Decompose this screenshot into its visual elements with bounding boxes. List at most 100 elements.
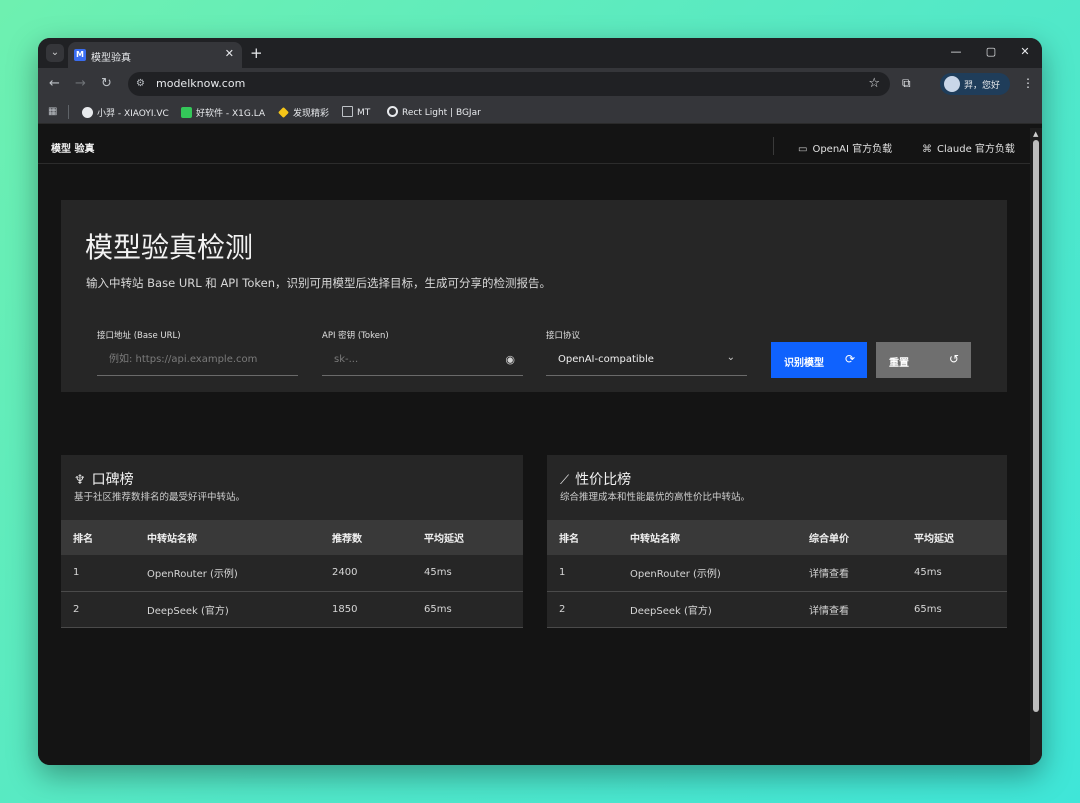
page-scrollbar[interactable]: ▲ bbox=[1030, 128, 1042, 765]
brand-logo[interactable]: 模型 验真 bbox=[51, 140, 94, 155]
detection-panel: 模型验真检测 输入中转站 Base URL 和 API Token，识别可用模型… bbox=[61, 200, 1007, 392]
maximize-button[interactable]: ▢ bbox=[981, 45, 1001, 58]
bookmark-favicon-icon bbox=[82, 107, 93, 118]
openai-load-label: OpenAI 官方负载 bbox=[812, 144, 893, 155]
reputation-leaderboard: ♆ 口碑榜 基于社区推荐数排名的最受好评中转站。 排名 中转站名称 推荐数 平均延… bbox=[61, 455, 523, 628]
reset-button[interactable]: 重置 ↺ bbox=[876, 342, 971, 378]
reputation-subtitle: 基于社区推荐数排名的最受好评中转站。 bbox=[74, 492, 246, 503]
base-url-input[interactable] bbox=[97, 344, 298, 375]
browser-tab[interactable]: M 模型验真 ✕ bbox=[68, 42, 242, 68]
recommend-count-cell: 2400 bbox=[320, 555, 412, 592]
bookmark-favicon-icon bbox=[181, 107, 192, 118]
minimize-button[interactable]: — bbox=[946, 45, 966, 58]
folder-icon bbox=[342, 106, 353, 117]
reputation-title: ♆ 口碑榜 bbox=[74, 469, 134, 489]
unit-price-cell[interactable]: 详情查看 bbox=[797, 591, 902, 628]
value-table: 排名 中转站名称 综合单价 平均延迟 1 OpenRouter (示例) 详情查… bbox=[547, 520, 1007, 628]
column-header[interactable]: 推荐数 bbox=[320, 520, 412, 555]
latency-cell: 65ms bbox=[412, 591, 523, 628]
close-window-button[interactable]: ✕ bbox=[1015, 45, 1035, 58]
table-header-row: 排名 中转站名称 综合单价 平均延迟 bbox=[547, 520, 1007, 555]
scroll-up-arrow-icon[interactable]: ▲ bbox=[1033, 130, 1038, 138]
rank-cell: 2 bbox=[547, 591, 618, 628]
forward-icon[interactable]: → bbox=[75, 76, 86, 92]
table-row[interactable]: 2 DeepSeek (官方) 1850 65ms bbox=[61, 591, 523, 628]
openai-load-link[interactable]: ▭ OpenAI 官方负载 bbox=[798, 140, 892, 155]
base-url-field[interactable] bbox=[97, 344, 298, 376]
bookmark-discover[interactable]: 发现精彩 bbox=[278, 106, 329, 119]
bookmark-label: 小羿 - XIAOYI.VC bbox=[97, 109, 169, 119]
identify-models-button[interactable]: 识别模型 ⟳ bbox=[771, 342, 867, 378]
tab-title: 模型验真 bbox=[91, 53, 131, 64]
bookmark-label: 好软件 - X1G.LA bbox=[196, 109, 266, 119]
url-text[interactable]: modelknow.com bbox=[156, 77, 245, 90]
bookmarks-bar: ▦ 小羿 - XIAOYI.VC 好软件 - X1G.LA 发现精彩 MT Re… bbox=[38, 100, 1042, 124]
bookmark-star-icon[interactable]: ☆ bbox=[868, 76, 880, 92]
chevron-down-icon: ⌄ bbox=[50, 47, 60, 58]
browser-window: ⌄ M 模型验真 ✕ + — ▢ ✕ ← → ↻ ⚙ modelknow.com… bbox=[38, 38, 1042, 765]
new-tab-button[interactable]: + bbox=[250, 44, 263, 62]
bookmark-folder-mt[interactable]: MT bbox=[342, 106, 370, 118]
bookmark-rectlight[interactable]: Rect Light | BGJar bbox=[387, 106, 481, 118]
recommend-count-cell: 1850 bbox=[320, 591, 412, 628]
profile-button[interactable]: 羿，您好 bbox=[940, 73, 1010, 95]
site-settings-icon[interactable]: ⚙ bbox=[136, 77, 150, 91]
unit-price-cell[interactable]: 详情查看 bbox=[797, 555, 902, 592]
column-header[interactable]: 排名 bbox=[547, 520, 618, 555]
address-bar[interactable]: ⚙ modelknow.com ☆ bbox=[128, 72, 890, 96]
rank-cell: 1 bbox=[61, 555, 135, 592]
column-header[interactable]: 综合单价 bbox=[797, 520, 902, 555]
rank-cell: 1 bbox=[547, 555, 618, 592]
eye-icon[interactable]: ◉ bbox=[505, 353, 515, 366]
tab-search-button[interactable]: ⌄ bbox=[46, 44, 64, 62]
reload-icon[interactable]: ↻ bbox=[101, 76, 112, 92]
chat-icon: ▭ bbox=[798, 144, 808, 155]
reset-label: 重置 bbox=[889, 358, 909, 369]
base-url-label: 接口地址 (Base URL) bbox=[97, 331, 181, 341]
reset-icon: ↺ bbox=[948, 352, 959, 366]
latency-cell: 65ms bbox=[902, 591, 1007, 628]
bookmark-x1g[interactable]: 好软件 - X1G.LA bbox=[181, 106, 265, 119]
scrollbar-thumb[interactable] bbox=[1033, 140, 1039, 712]
column-header[interactable]: 中转站名称 bbox=[618, 520, 797, 555]
bookmark-label: 发现精彩 bbox=[293, 109, 330, 119]
column-header[interactable]: 平均延迟 bbox=[902, 520, 1007, 555]
browser-menu-icon[interactable]: ⋮ bbox=[1022, 76, 1034, 90]
page-subtitle: 输入中转站 Base URL 和 API Token，识别可用模型后选择目标，生… bbox=[86, 276, 552, 290]
browser-toolbar: ← → ↻ ⚙ modelknow.com ☆ ⧉ 羿，您好 ⋮ bbox=[38, 68, 1042, 100]
bookmarks-divider bbox=[68, 105, 69, 119]
table-row[interactable]: 2 DeepSeek (官方) 详情查看 65ms bbox=[547, 591, 1007, 628]
value-title-text: 性价比榜 bbox=[575, 472, 632, 488]
reputation-title-text: 口碑榜 bbox=[91, 472, 134, 488]
column-header[interactable]: 中转站名称 bbox=[135, 520, 320, 555]
protocol-select[interactable]: OpenAI-compatible ⌄ bbox=[546, 344, 747, 376]
token-field[interactable]: ◉ bbox=[322, 344, 523, 376]
value-title: ⟋ 性价比榜 bbox=[560, 469, 631, 489]
bookmark-label: MT bbox=[357, 108, 371, 118]
protocol-value: OpenAI-compatible bbox=[558, 354, 654, 365]
relay-name-cell: OpenRouter (示例) bbox=[618, 555, 797, 592]
relay-name-cell: DeepSeek (官方) bbox=[618, 591, 797, 628]
site-header: 模型 验真 ▭ OpenAI 官方负载 ⌘ Claude 官方负载 bbox=[38, 128, 1030, 164]
trophy-icon: ♆ bbox=[74, 473, 86, 488]
token-input[interactable] bbox=[322, 344, 523, 375]
bookmark-favicon-icon bbox=[387, 106, 398, 117]
bookmark-xiaoyi[interactable]: 小羿 - XIAOYI.VC bbox=[82, 106, 169, 119]
latency-cell: 45ms bbox=[412, 555, 523, 592]
value-leaderboard: ⟋ 性价比榜 综合推理成本和性能最优的高性价比中转站。 排名 中转站名称 综合单价… bbox=[547, 455, 1007, 628]
claude-load-link[interactable]: ⌘ Claude 官方负载 bbox=[922, 140, 1015, 155]
column-header[interactable]: 排名 bbox=[61, 520, 135, 555]
line-chart-icon: ⟋ bbox=[560, 473, 570, 488]
table-row[interactable]: 1 OpenRouter (示例) 2400 45ms bbox=[61, 555, 523, 592]
rank-cell: 2 bbox=[61, 591, 135, 628]
apps-grid-icon[interactable]: ▦ bbox=[48, 106, 57, 117]
back-icon[interactable]: ← bbox=[49, 76, 60, 92]
bookmark-favicon-icon bbox=[278, 107, 289, 118]
tab-close-icon[interactable]: ✕ bbox=[225, 47, 234, 60]
extensions-icon[interactable]: ⧉ bbox=[902, 76, 911, 91]
table-header-row: 排名 中转站名称 推荐数 平均延迟 bbox=[61, 520, 523, 555]
code-icon: ⌘ bbox=[922, 144, 932, 155]
table-row[interactable]: 1 OpenRouter (示例) 详情查看 45ms bbox=[547, 555, 1007, 592]
reputation-table: 排名 中转站名称 推荐数 平均延迟 1 OpenRouter (示例) 2400… bbox=[61, 520, 523, 628]
column-header[interactable]: 平均延迟 bbox=[412, 520, 523, 555]
